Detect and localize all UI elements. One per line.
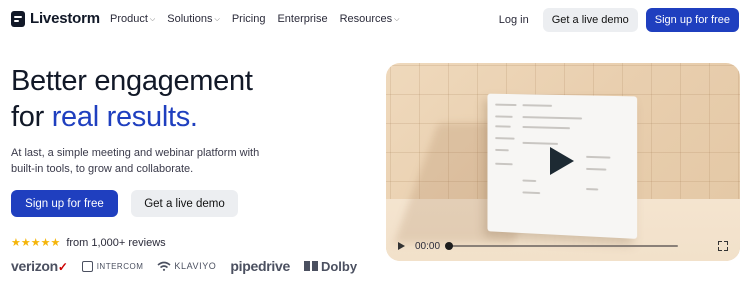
screen-line <box>495 148 509 152</box>
nav-actions: Log in Get a live demo Sign up for free <box>499 8 739 32</box>
video-time: 00:00 <box>415 240 441 252</box>
video-progress-bar[interactable] <box>445 242 679 250</box>
intercom-wordmark: INTERCOM <box>96 261 144 271</box>
live-demo-button[interactable]: Get a live demo <box>131 190 238 217</box>
screen-line <box>586 188 599 191</box>
hero-cta-row: Sign up for free Get a live demo <box>11 190 238 217</box>
screen-line <box>495 125 511 128</box>
play-button-icon[interactable] <box>398 242 405 250</box>
screen-line <box>495 137 515 140</box>
nav-item-label: Solutions <box>167 13 213 25</box>
pipedrive-logo: pipedrive <box>230 258 290 274</box>
headline-line-2-prefix: for <box>11 101 52 133</box>
headline-accent: real results. <box>51 101 198 133</box>
login-link[interactable]: Log in <box>499 14 529 26</box>
screen-line <box>586 167 607 171</box>
checkmark-icon: ✓ <box>57 260 68 274</box>
dolby-wordmark: Dolby <box>320 258 358 274</box>
headline-line-1: Better engagement <box>11 65 253 97</box>
hero-video-player[interactable]: 00:00 <box>386 63 740 261</box>
chevron-down-icon: ⌵ <box>214 16 220 23</box>
klaviyo-wordmark: KLAVIYO <box>174 261 217 271</box>
reviews-text: from 1,000+ reviews <box>66 236 166 249</box>
hero-headline: Better engagement for real results. <box>11 63 341 135</box>
intercom-icon <box>81 260 93 272</box>
progress-knob[interactable] <box>445 242 454 250</box>
hero-subtitle: At last, a simple meeting and webinar pl… <box>11 147 260 175</box>
nav-item-solutions[interactable]: Solutions ⌵ <box>167 13 220 25</box>
nav-signup-button[interactable]: Sign up for free <box>645 8 739 32</box>
nav-item-product[interactable]: Product ⌵ <box>110 13 155 25</box>
verizon-logo: verizon✓ <box>11 258 68 274</box>
nav-item-label: Resources <box>339 13 393 25</box>
customer-logos: verizon✓ INTERCOM KLAVIYO pipedrive Dolb… <box>11 258 357 274</box>
reviews-summary: ★★★★★ from 1,000+ reviews <box>11 236 166 250</box>
chevron-down-icon: ⌵ <box>394 16 400 23</box>
intercom-logo: INTERCOM <box>81 260 144 272</box>
brand-logo[interactable]: Livestorm <box>11 10 100 27</box>
top-navigation: Livestorm Product ⌵ Solutions ⌵ Pricing … <box>0 0 750 40</box>
livestorm-logo-icon <box>11 10 25 27</box>
nav-item-label: Pricing <box>231 13 266 25</box>
screen-line <box>522 179 537 183</box>
nav-item-enterprise[interactable]: Enterprise <box>277 13 327 25</box>
klaviyo-logo: KLAVIYO <box>157 261 216 271</box>
nav-item-pricing[interactable]: Pricing <box>232 13 266 25</box>
brand-name: Livestorm <box>30 10 100 27</box>
play-icon[interactable] <box>550 147 574 175</box>
screen-line <box>522 141 559 145</box>
main-menu: Product ⌵ Solutions ⌵ Pricing Enterprise… <box>110 13 399 25</box>
screen-line <box>522 116 583 120</box>
verizon-wordmark: verizon <box>11 258 58 274</box>
screen-line <box>522 191 541 195</box>
screen-line <box>522 104 553 107</box>
nav-demo-button[interactable]: Get a live demo <box>542 8 638 32</box>
nav-item-resources[interactable]: Resources ⌵ <box>340 13 400 25</box>
fullscreen-icon[interactable] <box>718 241 728 251</box>
video-controls: 00:00 <box>386 231 740 261</box>
screen-line <box>522 125 570 130</box>
dolby-icon <box>303 261 318 271</box>
screen-line <box>586 155 611 159</box>
signup-button[interactable]: Sign up for free <box>11 190 118 217</box>
screen-line <box>495 103 517 107</box>
screen-line <box>495 115 513 118</box>
nav-item-label: Enterprise <box>277 13 328 25</box>
nav-item-label: Product <box>110 13 148 25</box>
screen-line <box>495 162 513 166</box>
star-rating-icon: ★★★★★ <box>11 237 61 249</box>
wifi-icon <box>157 261 171 271</box>
dolby-logo: Dolby <box>303 258 358 274</box>
chevron-down-icon: ⌵ <box>149 16 156 23</box>
